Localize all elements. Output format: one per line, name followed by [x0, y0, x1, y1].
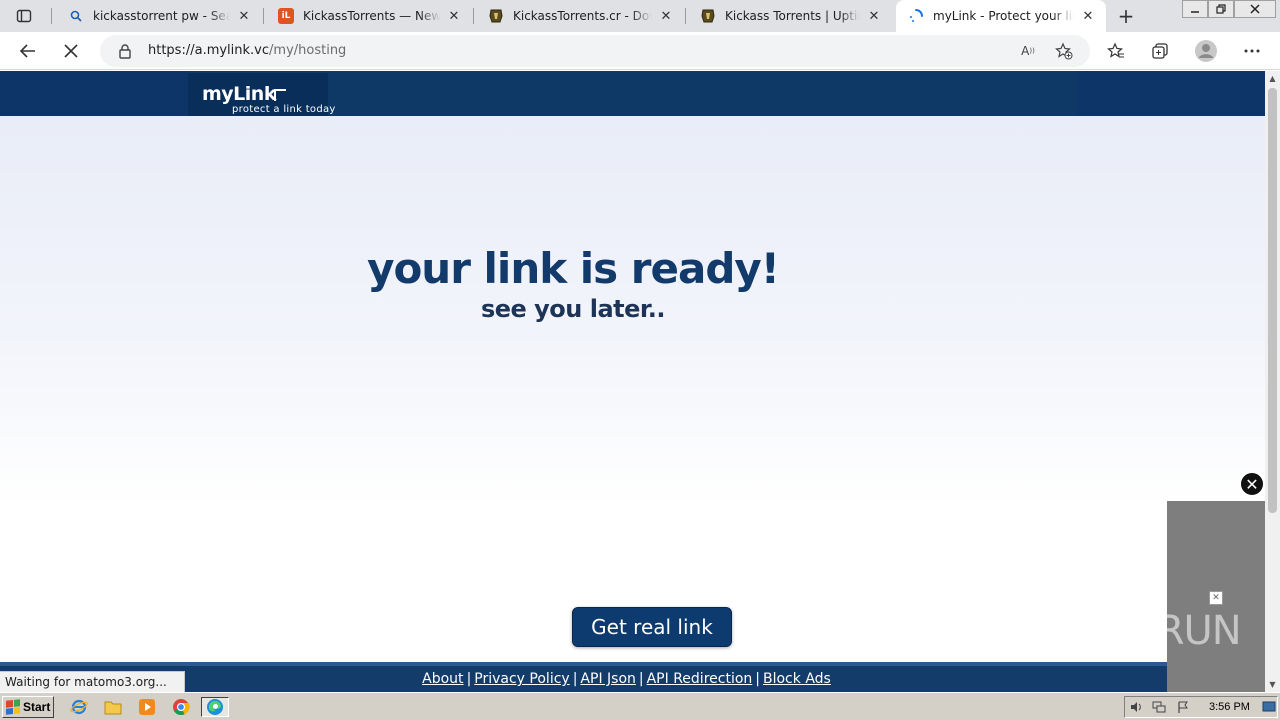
network-icon[interactable] — [1151, 700, 1167, 714]
footer-link-about[interactable]: About — [422, 671, 463, 687]
close-tab-icon[interactable]: ✕ — [866, 8, 882, 24]
search-icon — [68, 8, 84, 24]
broken-image-icon: ✕ — [1209, 591, 1223, 605]
close-tab-icon[interactable]: ✕ — [236, 8, 252, 24]
tab-title: Kickass Torrents | Uptime / — [725, 9, 860, 23]
browser-tab-strip: kickasstorrent pw - Search ✕ iL KickassT… — [0, 0, 1280, 32]
favorites-icon[interactable] — [1102, 37, 1130, 65]
footer-link-privacy[interactable]: Privacy Policy — [474, 671, 569, 687]
media-player-icon[interactable] — [136, 697, 158, 717]
close-tab-icon[interactable]: ✕ — [1080, 8, 1096, 24]
tab-search[interactable]: kickasstorrent pw - Search ✕ — [56, 0, 262, 32]
site-logo[interactable]: myLink protect a link today — [188, 73, 335, 116]
tab-title: KickassTorrents — New W — [303, 9, 440, 23]
ad-panel[interactable]: ✕ — [1167, 501, 1265, 692]
page-viewport: myLink protect a link today your link is… — [0, 71, 1265, 692]
tab-mylink[interactable]: myLink - Protect your link ✕ — [896, 0, 1106, 32]
watermark-left: ANY — [1036, 608, 1116, 654]
restore-button[interactable] — [1208, 0, 1234, 18]
close-tab-icon[interactable]: ✕ — [446, 8, 462, 24]
show-desktop-icon[interactable] — [1261, 700, 1277, 714]
stop-loading-icon[interactable] — [57, 37, 85, 65]
watermark-right: RUN — [1156, 608, 1242, 654]
tab-title: KickassTorrents.cr - Downl — [513, 9, 652, 23]
footer-link-block-ads[interactable]: Block Ads — [763, 671, 831, 687]
new-tab-button[interactable]: + — [1114, 4, 1138, 28]
action-center-flag-icon[interactable] — [1175, 700, 1191, 714]
back-arrow-icon[interactable] — [14, 37, 42, 65]
collections-icon[interactable] — [1146, 37, 1174, 65]
logo-name: myLink — [202, 83, 276, 105]
get-real-link-button[interactable]: Get real link — [572, 607, 732, 647]
system-tray: 3:56 PM — [1124, 696, 1278, 718]
tab-kickass-cr[interactable]: KickassTorrents.cr - Downl ✕ — [476, 0, 684, 32]
tab-separator — [51, 8, 52, 24]
page-scrollbar[interactable]: ▲ ▼ — [1265, 71, 1280, 692]
tab-kickass-uptime[interactable]: Kickass Torrents | Uptime / ✕ — [688, 0, 892, 32]
tab-title: kickasstorrent pw - Search — [93, 9, 230, 23]
logo-tagline: protect a link today — [232, 104, 336, 115]
scroll-down-icon[interactable]: ▼ — [1265, 677, 1280, 692]
scrollbar-thumb[interactable] — [1268, 88, 1277, 513]
tab-kickass-new[interactable]: iL KickassTorrents — New W ✕ — [266, 0, 472, 32]
footer-separator: | — [572, 671, 578, 687]
lock-icon[interactable] — [118, 43, 132, 62]
footer-separator: | — [755, 671, 760, 687]
add-favorite-icon[interactable] — [1054, 41, 1074, 61]
url-host: https://a.mylink.vc — [148, 43, 270, 58]
loading-spinner-icon — [908, 8, 924, 24]
taskbar: Start 3:56 PM — [0, 692, 1280, 720]
scroll-up-icon[interactable]: ▲ — [1265, 71, 1280, 86]
page-subtitle: see you later.. — [480, 295, 666, 323]
minimize-button[interactable] — [1182, 0, 1208, 18]
more-menu-icon[interactable] — [1238, 37, 1266, 65]
url-text[interactable]: https://a.mylink.vc/my/hosting — [148, 43, 346, 58]
close-window-button[interactable] — [1234, 0, 1276, 18]
play-icon — [1118, 609, 1153, 657]
browser-status-bar: Waiting for matomo3.org... — [0, 671, 185, 692]
page-title: your link is ready! — [367, 244, 780, 293]
close-ad-icon[interactable]: ✕ — [1239, 471, 1265, 497]
volume-icon[interactable] — [1129, 700, 1145, 714]
start-button[interactable]: Start — [2, 696, 54, 718]
tab-actions-icon[interactable] — [8, 4, 40, 28]
windows-logo-icon — [6, 699, 20, 715]
il-favicon-icon: iL — [278, 8, 294, 24]
file-explorer-icon[interactable] — [102, 697, 124, 717]
profile-avatar-icon[interactable] — [1192, 37, 1220, 65]
start-label: Start — [23, 700, 51, 714]
tab-separator — [685, 8, 686, 24]
site-footer: About | Privacy Policy | API Json | API Redire… — [0, 662, 1265, 692]
tab-separator — [263, 8, 264, 24]
browser-toolbar: https://a.mylink.vc/my/hosting A)) — [0, 32, 1280, 70]
read-aloud-icon[interactable]: A)) — [1018, 41, 1038, 61]
kickass-favicon-icon — [700, 8, 716, 24]
logo-corner-icon — [274, 89, 286, 101]
footer-links: About | Privacy Policy | API Json | API Redire… — [0, 671, 1253, 687]
internet-explorer-icon[interactable] — [68, 697, 90, 717]
edge-taskbar-icon[interactable] — [201, 697, 229, 717]
address-bar[interactable]: https://a.mylink.vc/my/hosting A)) — [100, 35, 1090, 67]
footer-link-api-redirection[interactable]: API Redirection — [647, 671, 753, 687]
chrome-icon[interactable] — [170, 697, 192, 717]
tab-title: myLink - Protect your link — [933, 9, 1074, 23]
tab-separator — [473, 8, 474, 24]
close-tab-icon[interactable]: ✕ — [658, 8, 674, 24]
footer-separator: | — [466, 671, 472, 687]
footer-separator: | — [638, 671, 644, 687]
anyrun-watermark: ANY RUN — [1036, 608, 1242, 657]
kickass-favicon-icon — [488, 8, 504, 24]
taskbar-clock[interactable]: 3:56 PM — [1209, 701, 1250, 713]
footer-link-api-json[interactable]: API Json — [580, 671, 635, 687]
url-path: /my/hosting — [269, 43, 347, 58]
